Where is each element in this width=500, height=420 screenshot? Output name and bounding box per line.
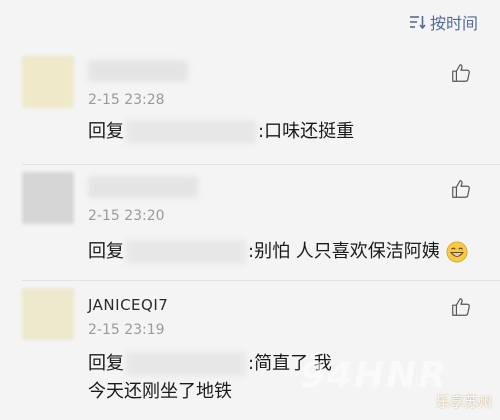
- comment-time: 2-15 23:20: [88, 208, 165, 224]
- avatar[interactable]: [22, 288, 74, 340]
- divider: [22, 280, 500, 281]
- watermark: 乐享苏州: [436, 395, 492, 411]
- sort-by-time-button[interactable]: 按时间: [409, 10, 478, 34]
- mentioned-user[interactable]: [126, 240, 246, 264]
- commenter-name[interactable]: [88, 176, 198, 198]
- reply-text: 回复 :别怕 人只喜欢保洁阿姨: [88, 238, 480, 266]
- sort-list-icon: [409, 16, 426, 29]
- commenter-name[interactable]: [88, 60, 188, 82]
- comment-time: 2-15 23:19: [88, 322, 165, 338]
- reply-text: 回复 :口味还挺重: [88, 118, 480, 146]
- grinning-face-emoji: [446, 241, 467, 263]
- comment-time: 2-15 23:28: [88, 92, 165, 108]
- reply-content: :别怕 人只喜欢保洁阿姨: [248, 241, 440, 262]
- divider: [22, 164, 500, 165]
- mentioned-user[interactable]: [126, 352, 246, 376]
- reply-prefix: 回复: [88, 241, 124, 262]
- avatar[interactable]: [22, 172, 74, 224]
- reply-prefix: 回复: [88, 121, 124, 142]
- thumbs-up-icon[interactable]: [450, 178, 472, 200]
- thumbs-up-icon[interactable]: [450, 296, 472, 318]
- reply-content: :口味还挺重: [258, 121, 355, 142]
- avatar[interactable]: [22, 56, 74, 108]
- mentioned-user[interactable]: [126, 120, 256, 144]
- sort-label: 按时间: [429, 14, 478, 33]
- reply-prefix: 回复: [88, 353, 124, 374]
- thumbs-up-icon[interactable]: [450, 62, 472, 84]
- watermark-ghost: 94HNR: [300, 355, 449, 396]
- commenter-name[interactable]: JANICEQI7: [88, 296, 168, 318]
